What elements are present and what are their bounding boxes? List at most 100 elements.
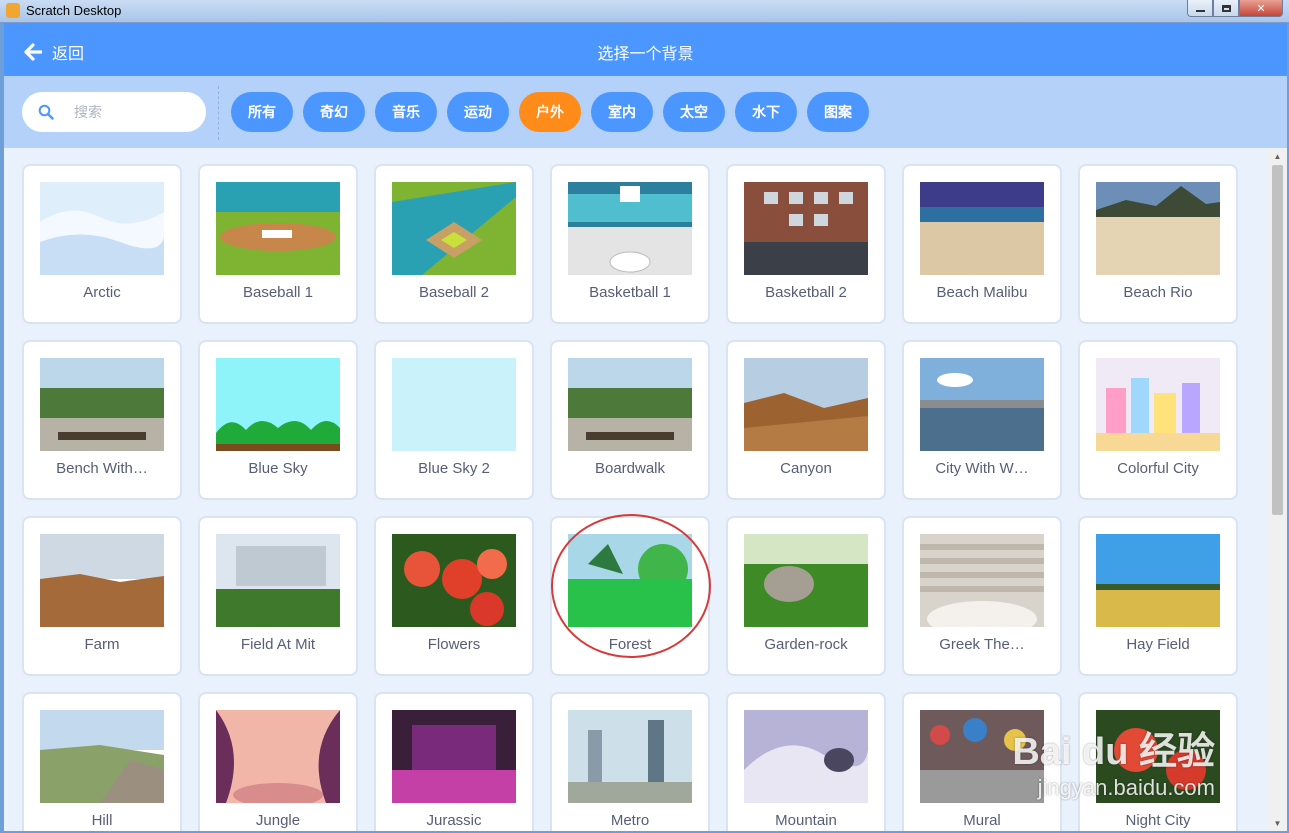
- backdrop-label: Jurassic: [426, 812, 482, 829]
- backdrop-thumbnail: [40, 534, 164, 627]
- backdrop-card[interactable]: Mountain: [726, 692, 886, 831]
- backdrop-label: Field At Mit: [240, 636, 316, 653]
- backdrop-card[interactable]: Beach Malibu: [902, 164, 1062, 324]
- backdrop-thumbnail: [216, 710, 340, 803]
- tag-4[interactable]: 户外: [519, 92, 581, 132]
- backdrop-label: Mountain: [775, 812, 837, 829]
- tag-6[interactable]: 太空: [663, 92, 725, 132]
- backdrop-thumbnail: [920, 358, 1044, 451]
- tag-3[interactable]: 运动: [447, 92, 509, 132]
- backdrop-card[interactable]: Jurassic: [374, 692, 534, 831]
- backdrop-label: Forest: [608, 636, 652, 653]
- library-header: 返回 选择一个背景: [4, 23, 1287, 76]
- window-controls: ✕: [1187, 0, 1283, 18]
- backdrop-card[interactable]: Colorful City: [1078, 340, 1238, 500]
- backdrop-card[interactable]: Blue Sky: [198, 340, 358, 500]
- backdrop-thumbnail: [744, 182, 868, 275]
- backdrop-grid-area: Arctic Baseball 1 Baseball 2 Basketball 1 Ba…: [4, 148, 1268, 831]
- backdrop-label: Bench With…: [56, 460, 148, 477]
- backdrop-thumbnail: [40, 182, 164, 275]
- backdrop-card[interactable]: Arctic: [22, 164, 182, 324]
- backdrop-thumbnail: [568, 358, 692, 451]
- backdrop-card[interactable]: Flowers: [374, 516, 534, 676]
- backdrop-label: Beach Rio: [1123, 284, 1193, 301]
- scroll-thumb[interactable]: [1272, 165, 1283, 515]
- backdrop-card[interactable]: Baseball 1: [198, 164, 358, 324]
- backdrop-label: Greek The…: [939, 636, 1025, 653]
- tag-5[interactable]: 室内: [591, 92, 653, 132]
- scroll-up-arrow-icon[interactable]: ▲: [1268, 148, 1287, 164]
- backdrop-card[interactable]: Boardwalk: [550, 340, 710, 500]
- backdrop-thumbnail: [744, 358, 868, 451]
- tag-0[interactable]: 所有: [231, 92, 293, 132]
- backdrop-thumbnail: [392, 358, 516, 451]
- backdrop-card[interactable]: City With W…: [902, 340, 1062, 500]
- backdrop-card[interactable]: Jungle: [198, 692, 358, 831]
- tag-1[interactable]: 奇幻: [303, 92, 365, 132]
- window-title: Scratch Desktop: [26, 3, 122, 18]
- backdrop-thumbnail: [568, 182, 692, 275]
- backdrop-label: Blue Sky: [248, 460, 308, 477]
- backdrop-card[interactable]: Basketball 1: [550, 164, 710, 324]
- backdrop-card[interactable]: Hill: [22, 692, 182, 831]
- backdrop-thumbnail: [392, 182, 516, 275]
- backdrop-card[interactable]: Hay Field: [1078, 516, 1238, 676]
- backdrop-label: Baseball 1: [242, 284, 314, 301]
- backdrop-card[interactable]: Greek The…: [902, 516, 1062, 676]
- backdrop-thumbnail: [920, 182, 1044, 275]
- backdrop-card[interactable]: Baseball 2: [374, 164, 534, 324]
- category-tags: 所有 奇幻 音乐 运动 户外 室内 太空 水下 图案: [231, 92, 869, 132]
- backdrop-label: Flowers: [427, 636, 481, 653]
- backdrop-card[interactable]: Mural: [902, 692, 1062, 831]
- backdrop-thumbnail: [216, 534, 340, 627]
- backdrop-label: Hay Field: [1126, 636, 1190, 653]
- tag-8[interactable]: 图案: [807, 92, 869, 132]
- backdrop-label: Metro: [610, 812, 650, 829]
- backdrop-card[interactable]: Farm: [22, 516, 182, 676]
- backdrop-thumbnail: [1096, 710, 1220, 803]
- backdrop-label: Basketball 1: [589, 284, 671, 301]
- os-title-bar: Scratch Desktop ✕: [0, 0, 1289, 23]
- backdrop-label: Mural: [963, 812, 1001, 829]
- backdrop-label: Basketball 2: [765, 284, 847, 301]
- backdrop-thumbnail: [568, 710, 692, 803]
- backdrop-label: Blue Sky 2: [418, 460, 490, 477]
- backdrop-thumbnail: [40, 710, 164, 803]
- tag-7[interactable]: 水下: [735, 92, 797, 132]
- vertical-scrollbar[interactable]: ▲ ▼: [1268, 148, 1287, 831]
- backdrop-thumbnail: [216, 358, 340, 451]
- backdrop-card[interactable]: Forest: [550, 516, 710, 676]
- backdrop-card[interactable]: Metro: [550, 692, 710, 831]
- backdrop-thumbnail: [568, 534, 692, 627]
- backdrop-label: Boardwalk: [594, 460, 666, 477]
- filter-divider: [218, 86, 219, 140]
- maximize-button[interactable]: [1213, 0, 1239, 17]
- backdrop-card[interactable]: Blue Sky 2: [374, 340, 534, 500]
- scroll-down-arrow-icon[interactable]: ▼: [1268, 815, 1287, 831]
- backdrop-card[interactable]: Bench With…: [22, 340, 182, 500]
- backdrop-library: 返回 选择一个背景 所有奇幻音乐运动户外室内太空水下图案 Arctic Baseb…: [4, 23, 1287, 831]
- filter-bar: 所有奇幻音乐运动户外室内太空水下图案: [4, 76, 1287, 148]
- search-input[interactable]: [72, 103, 196, 121]
- tag-2[interactable]: 音乐: [375, 92, 437, 132]
- backdrop-card[interactable]: Garden-rock: [726, 516, 886, 676]
- backdrop-card[interactable]: Basketball 2: [726, 164, 886, 324]
- backdrop-label: Night City: [1125, 812, 1191, 829]
- close-window-button[interactable]: ✕: [1239, 0, 1283, 17]
- search-box[interactable]: [22, 92, 206, 132]
- backdrop-card[interactable]: Night City: [1078, 692, 1238, 831]
- backdrop-card[interactable]: Canyon: [726, 340, 886, 500]
- backdrop-thumbnail: [744, 534, 868, 627]
- backdrop-label: Colorful City: [1117, 460, 1199, 477]
- backdrop-card[interactable]: Beach Rio: [1078, 164, 1238, 324]
- minimize-button[interactable]: [1187, 0, 1213, 17]
- scratch-app-icon: [6, 3, 20, 18]
- backdrop-label: Jungle: [255, 812, 301, 829]
- backdrop-label: Canyon: [780, 460, 832, 477]
- backdrop-thumbnail: [40, 358, 164, 451]
- backdrop-label: City With W…: [935, 460, 1029, 477]
- backdrop-card[interactable]: Field At Mit: [198, 516, 358, 676]
- backdrop-thumbnail: [744, 710, 868, 803]
- backdrop-thumbnail: [920, 534, 1044, 627]
- close-icon: ✕: [1256, 2, 1266, 15]
